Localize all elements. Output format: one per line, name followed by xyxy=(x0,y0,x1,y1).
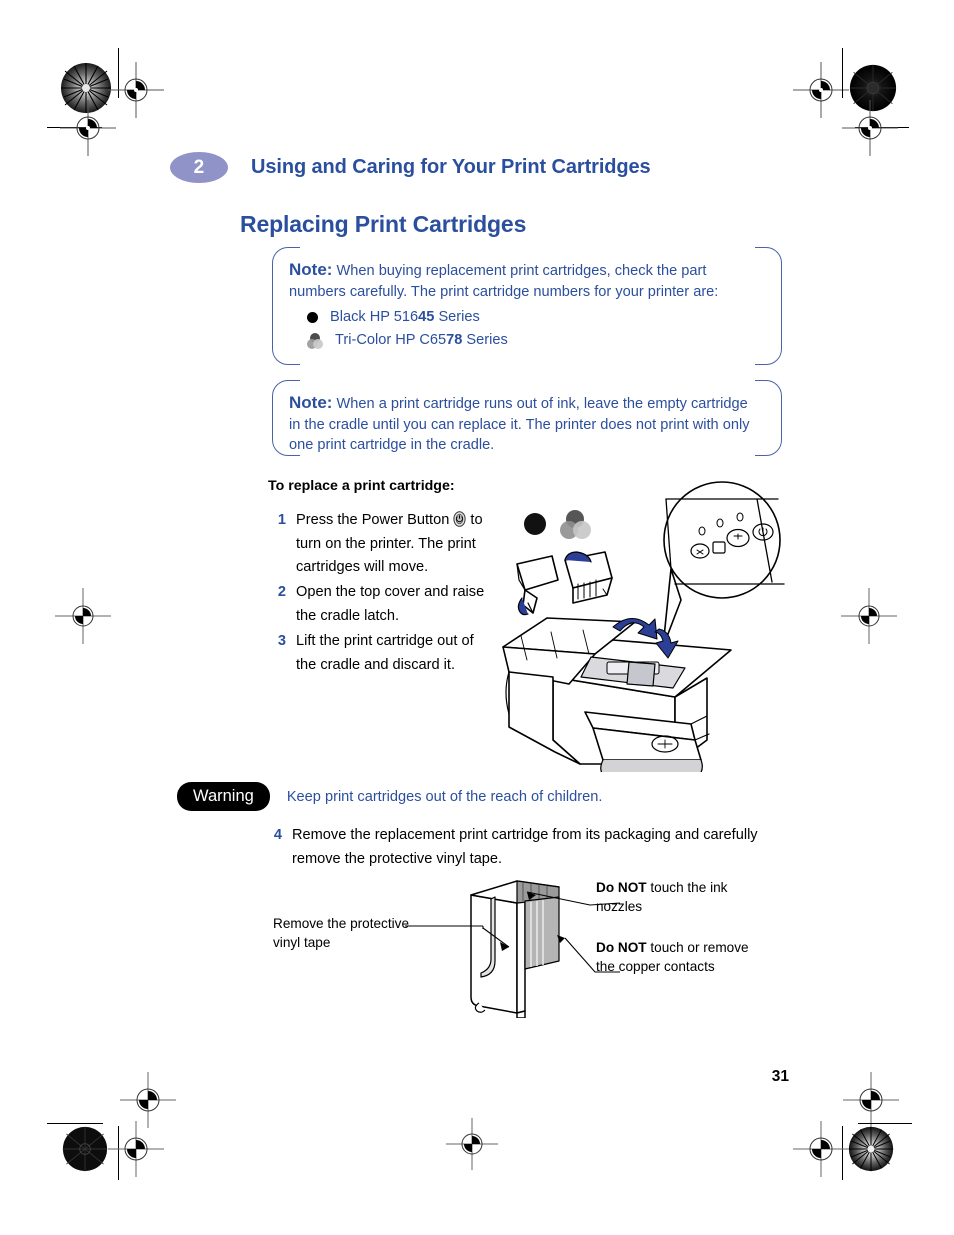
registration-crosshair-icon xyxy=(108,62,164,118)
cartridge-tricolor-label: Tri-Color HP C6578 Series xyxy=(335,332,508,348)
callout-remove-vinyl-tape: Remove the protective vinyl tape xyxy=(273,916,410,950)
procedure-step-3: 3 Lift the print cartridge out of the cr… xyxy=(266,630,496,677)
step-text: Open the top cover and raise the cradle … xyxy=(296,584,485,624)
chapter-number-badge: 2 xyxy=(170,152,228,183)
step-text: Remove the replacement print cartridge f… xyxy=(292,827,758,867)
note-label: Note: xyxy=(289,260,333,279)
note-box-part-numbers: Note: When buying replacement print cart… xyxy=(272,247,782,365)
chapter-header: 2 Using and Caring for Your Print Cartri… xyxy=(170,152,651,183)
trim-line-icon xyxy=(842,48,844,98)
procedure-step-1: 1 Press the Power Button to turn on the … xyxy=(266,509,496,580)
chapter-title: Using and Caring for Your Print Cartridg… xyxy=(251,156,651,178)
trim-line-icon xyxy=(858,1123,912,1125)
cartridge-part-number-list: Black HP 51645 Series Tri-Color HP C6578… xyxy=(289,306,763,352)
black-dot-icon xyxy=(307,312,318,323)
page-title: Replacing Print Cartridges xyxy=(240,211,527,237)
callout-do-not-touch-nozzles: Do NOT touch the ink nozzles xyxy=(596,880,728,914)
procedure-step-2: 2 Open the top cover and raise the cradl… xyxy=(266,581,496,628)
registration-crosshair-icon xyxy=(60,100,116,156)
step-number: 1 xyxy=(277,512,286,528)
registration-crosshair-icon xyxy=(793,1121,849,1177)
star-density-target-icon xyxy=(848,1126,894,1172)
registration-crosshair-icon xyxy=(793,62,849,118)
power-button-icon xyxy=(453,511,466,527)
warning-text: Keep print cartridges out of the reach o… xyxy=(286,788,603,805)
registration-crosshair-icon xyxy=(843,1072,899,1128)
list-item: Black HP 51645 Series xyxy=(307,306,763,329)
step-text: Press the Power Button to turn on the pr… xyxy=(296,511,483,575)
procedure-step-4: 4 Remove the replacement print cartridge… xyxy=(262,824,762,871)
step-text: Lift the print cartridge out of the crad… xyxy=(296,633,474,673)
procedure-heading: To replace a print cartridge: xyxy=(268,478,455,494)
list-item: Tri-Color HP C6578 Series xyxy=(307,329,763,352)
step-number: 3 xyxy=(277,633,286,649)
note-box-empty-cartridge: Note: When a print cartridge runs out of… xyxy=(272,380,782,456)
cartridge-black-label: Black HP 51645 Series xyxy=(330,309,480,325)
warning-badge: Warning xyxy=(177,782,270,811)
note-body: Note: When buying replacement print cart… xyxy=(289,260,763,302)
registration-crosshair-icon xyxy=(841,588,897,644)
registration-crosshair-icon xyxy=(842,100,898,156)
trim-line-icon xyxy=(47,1123,103,1125)
warning-banner: Warning Keep print cartridges out of the… xyxy=(177,782,602,811)
note-label: Note: xyxy=(289,393,333,412)
page-number: 31 xyxy=(771,1068,789,1085)
callout-do-not-touch-contacts: Do NOT touch or remove the copper contac… xyxy=(596,940,749,974)
note-body: Note: When a print cartridge runs out of… xyxy=(289,393,763,456)
tri-color-dots-icon xyxy=(307,332,323,349)
step-number: 2 xyxy=(277,584,286,600)
note-text: When buying replacement print cartridges… xyxy=(289,263,719,300)
step-number: 4 xyxy=(273,827,282,843)
printer-illustration xyxy=(495,472,795,772)
manual-page: 2 Using and Caring for Your Print Cartri… xyxy=(0,0,954,1235)
registration-crosshair-icon xyxy=(446,1118,498,1170)
registration-crosshair-icon xyxy=(55,588,111,644)
note-text: When a print cartridge runs out of ink, … xyxy=(289,396,750,453)
star-density-target-icon xyxy=(62,1126,108,1172)
registration-crosshair-icon xyxy=(108,1121,164,1177)
